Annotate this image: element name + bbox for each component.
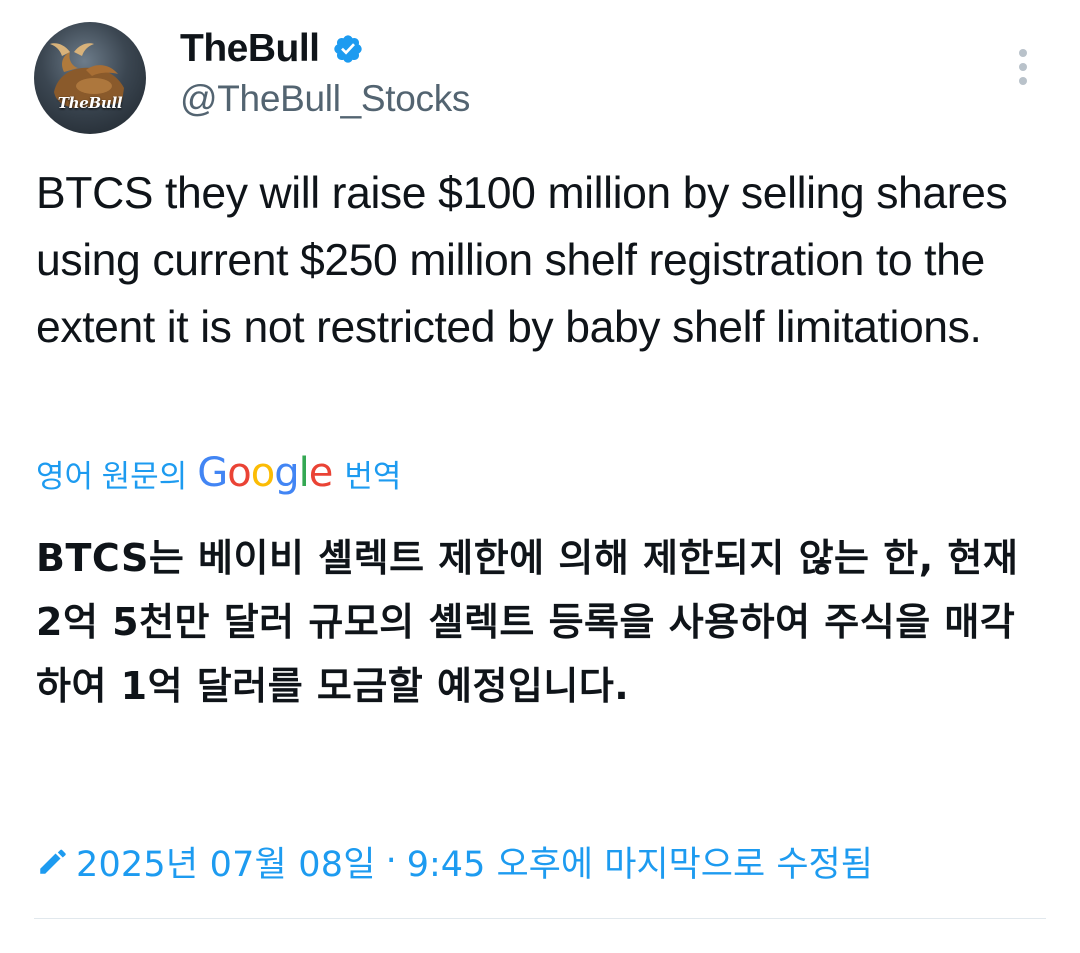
separator-dot: · (385, 841, 397, 881)
author-name-row: TheBull (180, 26, 364, 72)
translate-suffix: 번역 (344, 458, 402, 494)
translated-text: BTCS는 베이비 셸렉트 제한에 의해 제한되지 않는 한, 현재 2억 5천… (36, 536, 1019, 708)
translate-prefix: 영어 원문의 (36, 458, 188, 494)
display-name[interactable]: TheBull (180, 27, 320, 71)
divider (34, 918, 1046, 919)
edited-note[interactable]: 2025년 07월 08일 · 9:45 오후에 마지막으로 수정됨 (36, 832, 873, 890)
edited-text: 9:45 오후에 마지막으로 수정됨 (406, 844, 873, 885)
tweet-text: BTCS they will raise $100 million by sel… (36, 169, 1008, 352)
more-options-button[interactable] (1008, 42, 1038, 92)
avatar[interactable]: TheBull (34, 22, 146, 134)
translate-link[interactable]: 영어 원문의 Google 번역 (36, 448, 401, 498)
more-vertical-icon (1019, 49, 1027, 85)
google-logo: Google (197, 450, 333, 496)
verified-badge-icon[interactable] (332, 33, 364, 65)
avatar-logo-text: TheBull (57, 94, 123, 112)
bull-image (50, 43, 124, 108)
user-handle[interactable]: @TheBull_Stocks (180, 78, 470, 120)
pencil-icon (36, 844, 70, 878)
edited-date: 2025년 07월 08일 (76, 844, 376, 885)
